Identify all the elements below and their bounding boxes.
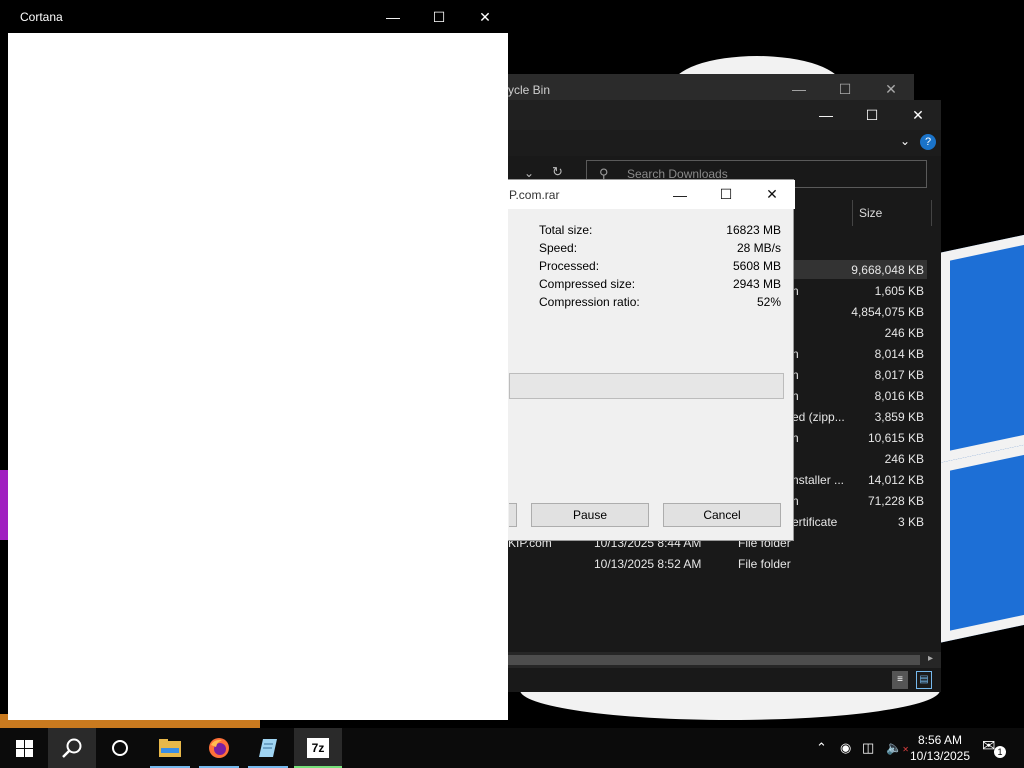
list-item-size[interactable]: 8,014 KB <box>840 347 924 361</box>
cortana-window[interactable]: Cortana — ☐ ✕ <box>8 0 508 720</box>
file-explorer-button[interactable] <box>146 728 194 768</box>
sevenzip-progress-dialog[interactable]: P.com.rar — ☐ ✕ Total size: 16823 MB Spe… <box>500 179 795 541</box>
folder-type: File folder <box>738 557 791 571</box>
list-item-size[interactable]: 3 KB <box>840 515 924 529</box>
cortana-content <box>8 33 508 720</box>
stat-label: Speed: <box>539 241 578 255</box>
firefox-button[interactable] <box>195 728 243 768</box>
stat-label: Compressed size: <box>539 277 636 291</box>
wallpaper-window-shape <box>940 227 1024 463</box>
file-explorer-icon <box>159 739 181 757</box>
close-button[interactable]: ✕ <box>895 100 941 130</box>
cortana-button[interactable] <box>96 728 144 768</box>
stat-value: 16823 MB <box>726 223 781 237</box>
cortana-title: Cortana <box>20 10 63 24</box>
clock[interactable]: 8:56 AM 10/13/2025 <box>905 732 975 764</box>
notification-badge: 1 <box>994 746 1006 758</box>
list-item-size[interactable]: 9,668,048 KB <box>840 263 924 277</box>
cancel-button-label: Cancel <box>703 508 741 522</box>
notepad-button[interactable] <box>244 728 292 768</box>
notepad-icon <box>259 739 277 757</box>
horizontal-scrollbar[interactable]: ▸ <box>500 652 941 668</box>
stat-value: 28 MB/s <box>736 241 781 255</box>
maximize-button[interactable]: ☐ <box>849 100 895 130</box>
folder-date: 10/13/2025 8:52 AM <box>594 557 702 571</box>
stat-label: Total size: <box>539 223 593 237</box>
details-view-icon[interactable]: ≡ <box>892 671 908 689</box>
stat-label: Processed: <box>539 259 600 273</box>
cortana-titlebar[interactable]: Cortana — ☐ ✕ <box>8 0 508 33</box>
expand-ribbon-icon[interactable]: ⌄ <box>900 134 910 148</box>
ribbon-row: ⌄ ? <box>500 130 941 156</box>
list-item-type[interactable]: ertificate <box>792 515 837 529</box>
list-item-type[interactable]: ed (zipp... <box>792 410 845 424</box>
list-item-size[interactable]: 71,228 KB <box>840 494 924 508</box>
stat-value: 2943 MB <box>732 277 781 291</box>
column-header-size[interactable]: Size <box>852 200 932 226</box>
large-icons-view-icon[interactable]: ▤ <box>916 671 932 689</box>
wallpaper-window-shape <box>940 437 1024 643</box>
cortana-icon <box>112 740 128 756</box>
sevenzip-titlebar[interactable]: P.com.rar — ☐ ✕ <box>501 180 795 209</box>
list-item-size[interactable]: 3,859 KB <box>840 410 924 424</box>
sevenzip-title: P.com.rar <box>509 188 560 202</box>
progress-bar <box>509 373 784 399</box>
minimize-button[interactable]: — <box>370 2 416 32</box>
list-item-size[interactable]: 8,017 KB <box>840 368 924 382</box>
list-item-size[interactable]: 1,605 KB <box>840 284 924 298</box>
sevenzip-taskbar-button[interactable]: 7z <box>294 728 342 768</box>
recycle-bin-title: ycle Bin <box>508 83 551 97</box>
close-button[interactable]: ✕ <box>749 180 795 209</box>
action-center-button[interactable]: ✉ 1 <box>980 736 1006 760</box>
scrollbar-thumb[interactable] <box>508 655 920 665</box>
clock-time: 8:56 AM <box>917 733 963 747</box>
list-item-size[interactable]: 246 KB <box>840 326 924 340</box>
7zip-icon-label: 7z <box>311 741 325 755</box>
list-item-size[interactable]: 4,854,075 KB <box>840 305 924 319</box>
clock-date: 10/13/2025 <box>909 749 971 763</box>
show-hidden-icons-chevron-icon[interactable]: ⌃ <box>816 740 827 756</box>
scroll-right-icon[interactable]: ▸ <box>928 653 933 664</box>
cancel-button[interactable]: Cancel <box>663 503 781 527</box>
pause-button-label: Pause <box>572 508 608 522</box>
taskbar: 7z ⌃ ◉ ◫ 🔈✕ 8:56 AM 10/13/2025 ✉ 1 <box>0 728 1024 768</box>
help-icon[interactable]: ? <box>920 134 936 150</box>
stat-value: 52% <box>756 295 781 309</box>
firefox-icon <box>209 738 229 758</box>
minimize-button[interactable]: — <box>803 100 849 130</box>
list-item-size[interactable]: 14,012 KB <box>840 473 924 487</box>
7zip-icon: 7z <box>307 738 329 758</box>
background-button[interactable] <box>509 503 517 527</box>
maximize-button[interactable]: ☐ <box>703 180 749 209</box>
network-icon[interactable]: ◫ <box>862 740 874 756</box>
list-item-size[interactable]: 10,615 KB <box>840 431 924 445</box>
start-button[interactable] <box>0 728 48 768</box>
maximize-button[interactable]: ☐ <box>416 2 462 32</box>
pause-button[interactable]: Pause <box>531 503 649 527</box>
windows-start-icon <box>15 739 33 757</box>
list-item-size[interactable]: 246 KB <box>840 452 924 466</box>
stat-value: 5608 MB <box>732 259 781 273</box>
column-header-size-label: Size <box>859 206 883 220</box>
wallpaper-purple-shape <box>0 470 8 540</box>
search-icon <box>62 738 82 758</box>
minimize-button[interactable]: — <box>657 180 703 209</box>
address-dropdown-icon[interactable]: ⌄ <box>524 166 534 180</box>
search-button[interactable] <box>48 728 96 768</box>
status-bar: ≡ ▤ <box>500 668 941 692</box>
list-item-size[interactable]: 8,016 KB <box>840 389 924 403</box>
explorer-titlebar[interactable]: — ☐ ✕ <box>500 100 941 130</box>
list-item-type[interactable]: nstaller ... <box>792 473 844 487</box>
close-button[interactable]: ✕ <box>462 2 508 32</box>
meet-now-icon[interactable]: ◉ <box>840 740 851 756</box>
refresh-icon[interactable]: ↻ <box>552 164 563 180</box>
stat-label: Compression ratio: <box>539 295 640 309</box>
